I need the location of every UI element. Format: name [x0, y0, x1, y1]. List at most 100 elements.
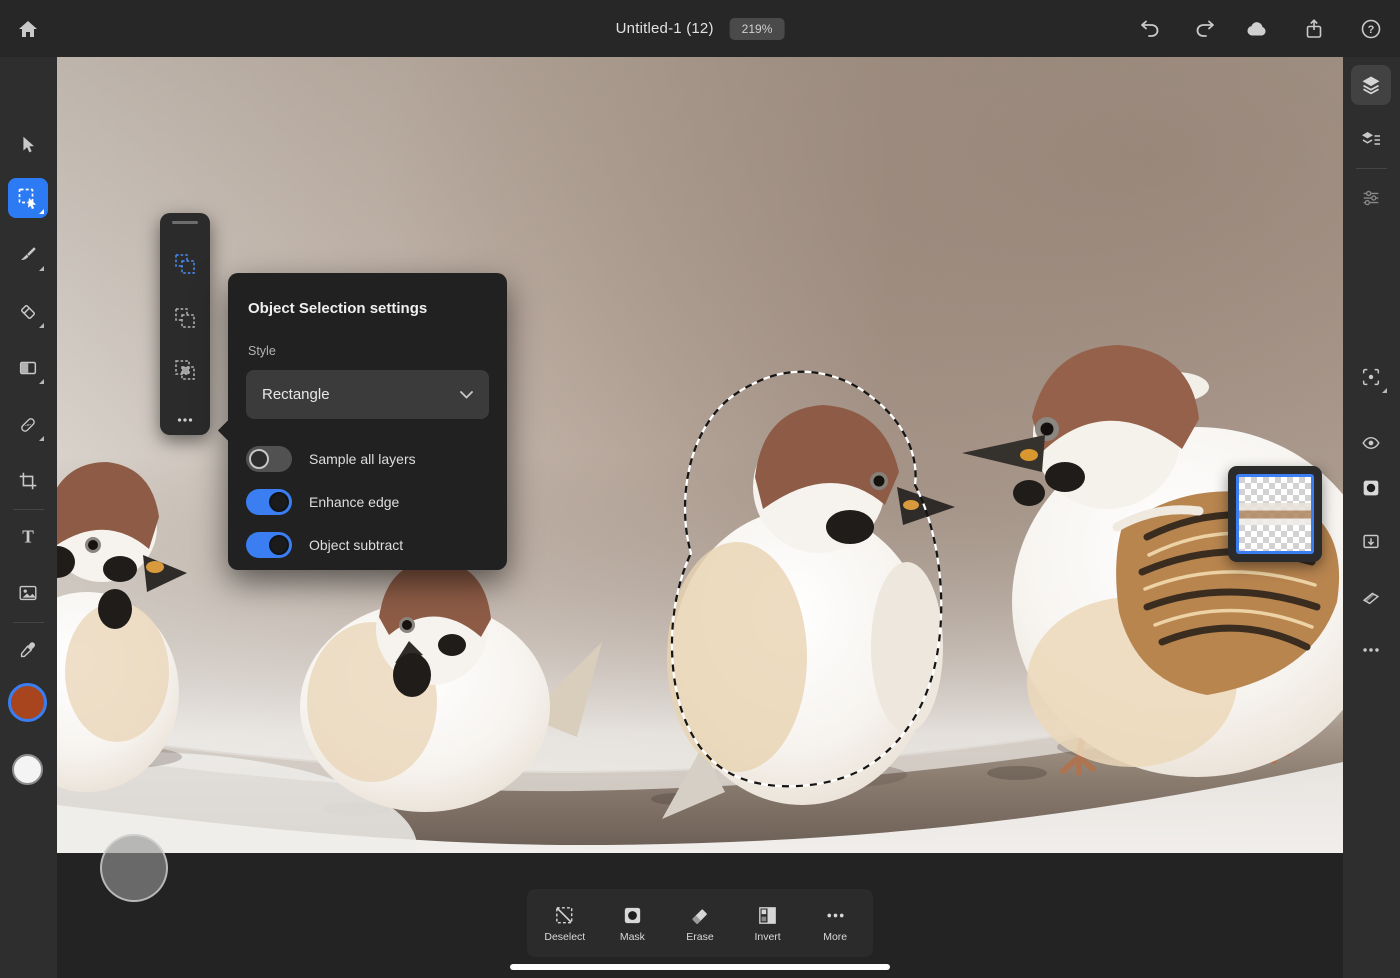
selection-more-options[interactable] — [167, 402, 203, 438]
eraser-tool[interactable] — [8, 292, 48, 332]
share-button[interactable] — [1296, 11, 1332, 47]
popup-title: Object Selection settings — [248, 300, 428, 317]
enhance-edge-label: Enhance edge — [309, 494, 400, 510]
foreground-color-swatch[interactable] — [8, 683, 47, 722]
erase-button[interactable]: Erase — [669, 904, 731, 943]
fill-gradient-icon — [19, 361, 37, 375]
mask-label: Mask — [619, 930, 645, 943]
deselect-icon — [556, 906, 573, 923]
crop-icon — [19, 472, 37, 490]
intersect-selection-mode[interactable] — [167, 352, 203, 388]
layers-icon — [1362, 76, 1380, 95]
style-dropdown[interactable]: Rectangle — [246, 370, 489, 419]
more-actions-button[interactable]: More — [804, 904, 866, 943]
selection-action-bar: Deselect Mask Erase Invert More — [527, 889, 873, 957]
crop-tool[interactable] — [8, 461, 48, 501]
deselect-button[interactable]: Deselect — [534, 904, 596, 943]
brush-icon — [21, 247, 36, 261]
object-subtract-row: Object subtract — [246, 531, 403, 559]
brush-tool[interactable] — [8, 235, 48, 275]
eyedropper-tool[interactable] — [8, 630, 48, 670]
toolbar-divider — [13, 509, 44, 510]
more-dots-icon — [827, 913, 844, 917]
svg-text:T: T — [22, 527, 34, 547]
cleanup-wedge-icon — [1362, 592, 1380, 605]
invert-button[interactable]: Invert — [737, 904, 799, 943]
help-button[interactable]: ? — [1353, 11, 1389, 47]
object-selection-tool[interactable] — [8, 178, 48, 218]
type-icon: T — [22, 527, 34, 547]
send-to-icon — [1363, 534, 1379, 549]
object-subtract-toggle[interactable] — [246, 532, 292, 558]
layer-thumbnail — [1236, 474, 1314, 554]
svg-text:?: ? — [1368, 24, 1375, 36]
adjustments-sliders-icon — [1363, 190, 1379, 206]
move-tool[interactable] — [8, 125, 48, 165]
mask-icon — [1363, 480, 1379, 496]
enhance-edge-row: Enhance edge — [246, 488, 399, 516]
place-image-tool[interactable] — [8, 573, 48, 613]
show-selection-button[interactable] — [1351, 423, 1391, 463]
more-label: More — [823, 930, 848, 943]
subtract-selection-mode[interactable] — [167, 300, 203, 336]
eraser-icon — [21, 305, 35, 319]
erase-label: Erase — [686, 930, 714, 943]
document-title: Untitled-1 (12) — [615, 20, 714, 37]
toolbar-divider — [13, 622, 44, 623]
image-icon — [19, 585, 37, 601]
cleanup-button[interactable] — [1351, 577, 1391, 617]
mask-button[interactable] — [1351, 468, 1391, 508]
selected-layer-chip[interactable] — [1228, 466, 1322, 562]
home-button[interactable] — [10, 11, 46, 47]
tool-options-flyout — [160, 213, 210, 435]
left-toolbar: T — [0, 57, 57, 978]
sample-all-layers-row: Sample all layers — [246, 445, 416, 473]
healing-brush-tool[interactable] — [8, 405, 48, 445]
invert-icon — [759, 906, 776, 924]
redo-button[interactable] — [1187, 11, 1223, 47]
healing-bandaid-icon — [21, 418, 35, 432]
select-subject-button[interactable] — [1351, 357, 1391, 397]
layer-properties-button[interactable] — [1351, 120, 1391, 160]
mask-icon — [624, 907, 641, 923]
add-selection-icon — [175, 254, 195, 274]
adjustments-button[interactable] — [1351, 178, 1391, 218]
object-selection-settings-popup: Object Selection settings Style Rectangl… — [228, 273, 507, 570]
background-color-swatch[interactable] — [12, 754, 43, 785]
chevron-down-icon — [460, 390, 473, 399]
right-toolbar — [1343, 57, 1400, 978]
style-label: Style — [248, 344, 276, 358]
layers-panel-button[interactable] — [1351, 65, 1391, 105]
cloud-sync-button[interactable] — [1239, 11, 1275, 47]
undo-icon — [1141, 20, 1159, 37]
fill-tool[interactable] — [8, 348, 48, 388]
intersect-selection-icon — [175, 360, 195, 380]
send-to-button[interactable] — [1351, 521, 1391, 561]
add-selection-mode[interactable] — [167, 246, 203, 282]
share-icon — [1306, 19, 1322, 38]
redo-icon — [1196, 20, 1214, 37]
flyout-drag-handle[interactable] — [172, 221, 198, 224]
top-bar: Untitled-1 (12) 219% ? — [0, 0, 1400, 57]
touch-shortcut-button[interactable] — [100, 834, 168, 902]
mask-action-button[interactable]: Mask — [601, 904, 663, 943]
erase-icon — [693, 908, 708, 924]
zoom-level-badge[interactable]: 219% — [729, 17, 785, 40]
home-icon — [19, 21, 37, 37]
move-cursor-icon — [23, 136, 34, 153]
object-subtract-label: Object subtract — [309, 537, 404, 553]
undo-button[interactable] — [1132, 11, 1168, 47]
help-icon: ? — [1361, 19, 1381, 39]
more-options-button[interactable] — [1351, 630, 1391, 670]
enhance-edge-toggle[interactable] — [246, 489, 292, 515]
home-indicator[interactable] — [510, 964, 890, 970]
layer-thumbnail-content — [1239, 503, 1311, 525]
type-tool[interactable]: T — [8, 517, 48, 557]
subtract-selection-icon — [175, 308, 195, 328]
sample-all-layers-toggle[interactable] — [246, 446, 292, 472]
sample-all-layers-label: Sample all layers — [309, 451, 416, 467]
select-subject-icon — [1362, 368, 1380, 386]
more-dots-icon — [177, 418, 193, 422]
cloud-sync-icon — [1247, 22, 1266, 36]
style-dropdown-value: Rectangle — [262, 386, 330, 403]
